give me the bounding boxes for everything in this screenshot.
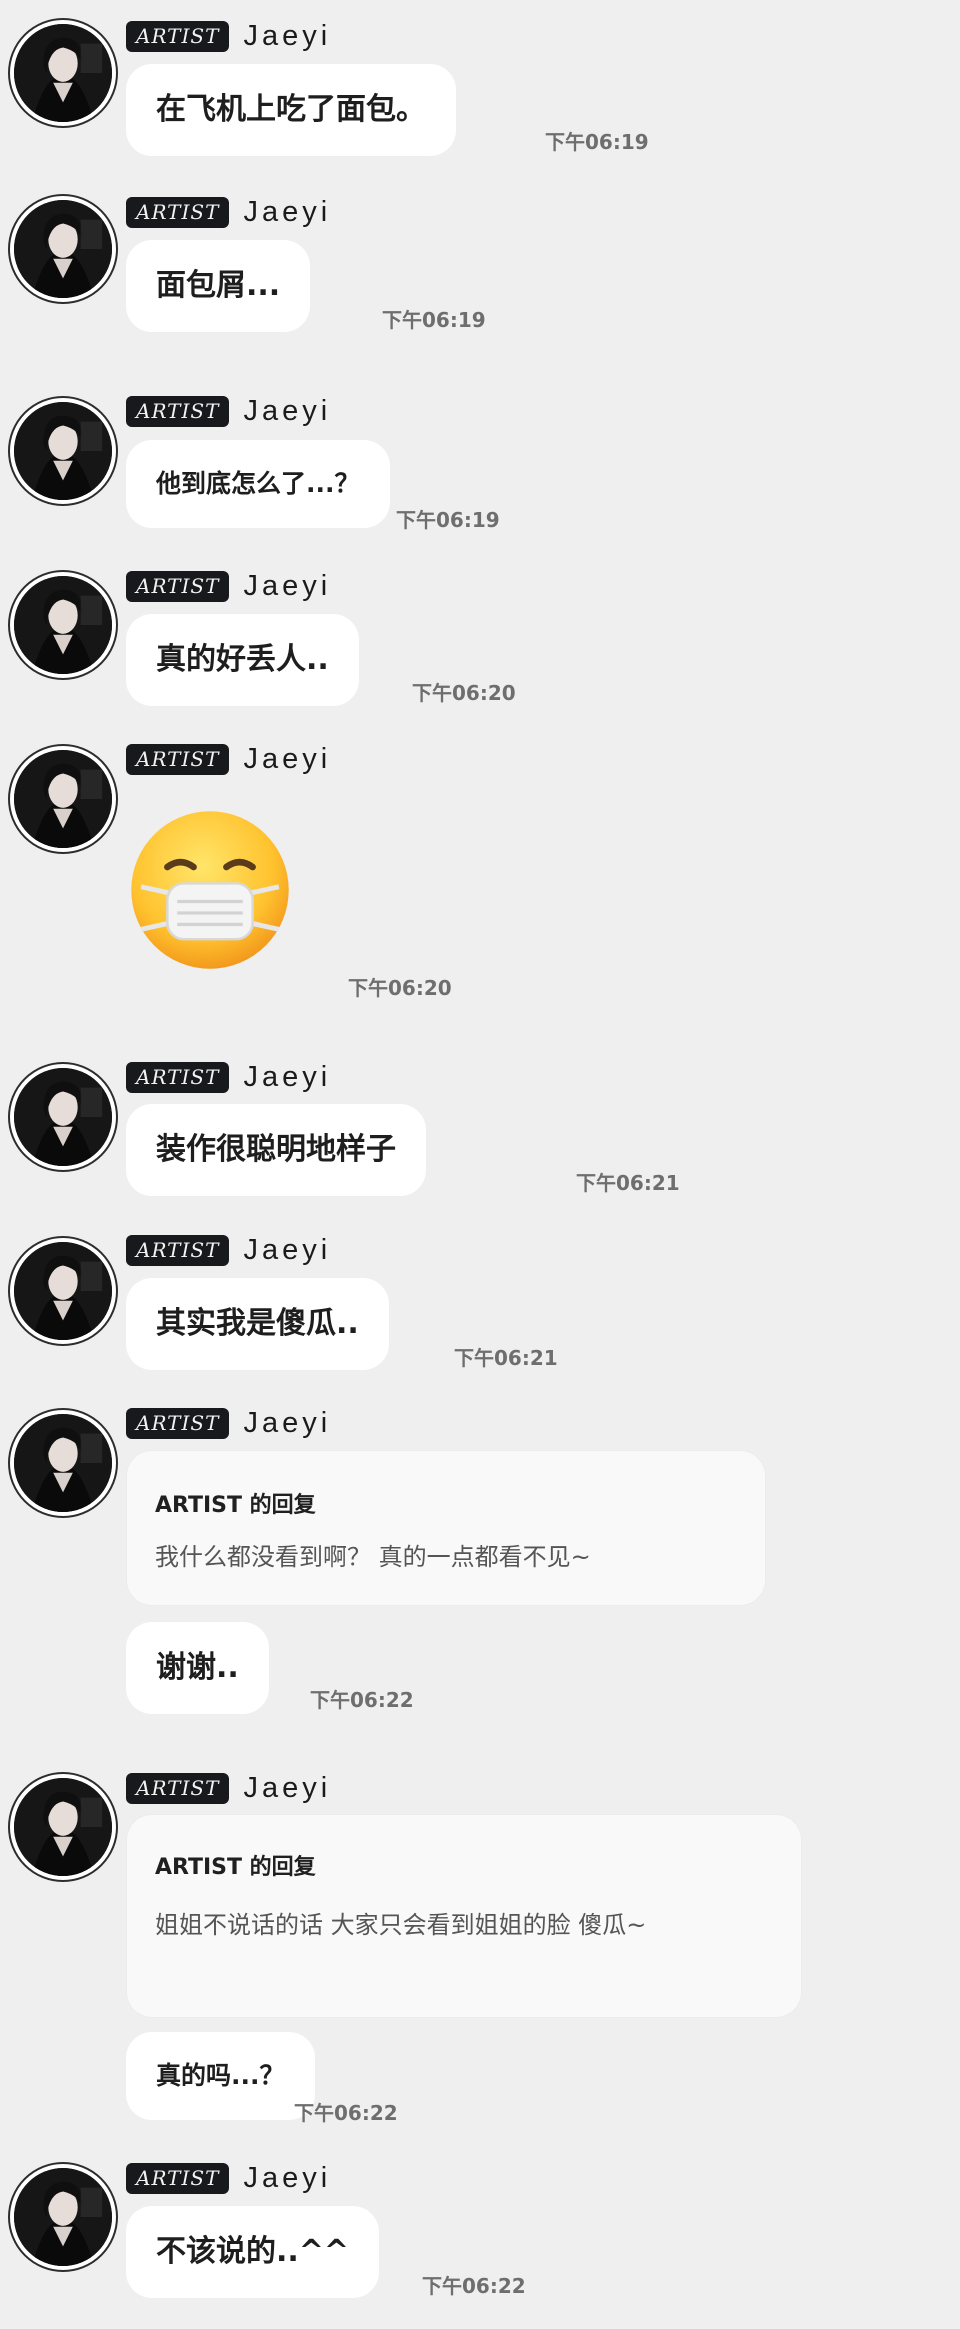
- avatar-photo: [14, 1242, 112, 1340]
- avatar[interactable]: [8, 2162, 118, 2272]
- avatar-photo: [14, 402, 112, 500]
- sender-row: ARTIST Jaeyi: [126, 195, 331, 229]
- message-bubble[interactable]: 他到底怎么了...？: [126, 440, 390, 528]
- sender-row: ARTIST Jaeyi: [126, 1060, 331, 1094]
- avatar-photo: [14, 24, 112, 122]
- avatar-photo: [14, 1778, 112, 1876]
- message-bubble[interactable]: 面包屑...: [126, 240, 311, 332]
- message-timestamp: 下午06:19: [396, 508, 500, 532]
- avatar[interactable]: [8, 744, 118, 854]
- avatar-photo: [14, 2168, 112, 2266]
- reply-title: ARTIST 的回复: [155, 1493, 316, 1518]
- sender-name: Jaeyi: [243, 1771, 332, 1804]
- sender-row: ARTIST Jaeyi: [126, 569, 331, 603]
- artist-badge: ARTIST: [126, 196, 230, 228]
- message-bubble[interactable]: 其实我是傻瓜..: [126, 1278, 389, 1370]
- message-bubble[interactable]: 真的吗...？: [126, 2032, 315, 2120]
- avatar-photo: [14, 1068, 112, 1166]
- sender-row: ARTIST Jaeyi: [126, 1406, 331, 1440]
- reply-title: ARTIST 的回复: [155, 1855, 316, 1880]
- artist-badge: ARTIST: [126, 1234, 230, 1266]
- face-with-medical-mask-emoji[interactable]: [128, 808, 292, 976]
- reply-text: 我什么都没看到啊？ 真的一点都看不见~: [155, 1543, 591, 1571]
- avatar-photo: [14, 750, 112, 848]
- message-bubble[interactable]: 不该说的..^^: [126, 2206, 380, 2298]
- avatar[interactable]: [8, 570, 118, 680]
- sender-name: Jaeyi: [243, 569, 332, 602]
- message-bubble[interactable]: 真的好丢人..: [126, 614, 359, 706]
- sender-name: Jaeyi: [243, 2161, 332, 2194]
- artist-badge: ARTIST: [126, 20, 230, 52]
- message-timestamp: 下午06:20: [412, 681, 516, 705]
- quoted-reply-card[interactable]: ARTIST 的回复 姐姐不说话的话 大家只会看到姐姐的脸 傻瓜~: [126, 1814, 802, 2018]
- avatar[interactable]: [8, 1772, 118, 1882]
- sender-row: ARTIST Jaeyi: [126, 19, 331, 53]
- message-timestamp: 下午06:19: [545, 130, 649, 154]
- avatar-photo: [14, 200, 112, 298]
- message-bubble[interactable]: 谢谢..: [126, 1622, 269, 1714]
- avatar[interactable]: [8, 1408, 118, 1518]
- sender-row: ARTIST Jaeyi: [126, 742, 331, 776]
- artist-badge: ARTIST: [126, 395, 230, 427]
- artist-badge: ARTIST: [126, 570, 230, 602]
- avatar[interactable]: [8, 18, 118, 128]
- sender-name: Jaeyi: [243, 195, 332, 228]
- message-timestamp: 下午06:22: [310, 1688, 414, 1712]
- message-timestamp: 下午06:22: [294, 2101, 398, 2125]
- avatar[interactable]: [8, 396, 118, 506]
- sender-name: Jaeyi: [243, 1406, 332, 1439]
- artist-badge: ARTIST: [126, 2162, 230, 2194]
- avatar[interactable]: [8, 194, 118, 304]
- sender-name: Jaeyi: [243, 1233, 332, 1266]
- message-bubble[interactable]: 装作很聪明地样子: [126, 1104, 426, 1196]
- artist-badge: ARTIST: [126, 1772, 230, 1804]
- sender-name: Jaeyi: [243, 394, 332, 427]
- avatar-photo: [14, 576, 112, 674]
- sender-name: Jaeyi: [243, 19, 332, 52]
- message-timestamp: 下午06:21: [454, 1346, 558, 1370]
- message-bubble[interactable]: 在飞机上吃了面包。: [126, 64, 456, 156]
- message-timestamp: 下午06:20: [348, 976, 452, 1000]
- sender-row: ARTIST Jaeyi: [126, 2161, 331, 2195]
- avatar[interactable]: [8, 1236, 118, 1346]
- sender-row: ARTIST Jaeyi: [126, 1233, 331, 1267]
- message-timestamp: 下午06:19: [382, 308, 486, 332]
- sender-row: ARTIST Jaeyi: [126, 1771, 331, 1805]
- sender-name: Jaeyi: [243, 1060, 332, 1093]
- reply-text: 姐姐不说话的话 大家只会看到姐姐的脸 傻瓜~: [155, 1911, 647, 1939]
- avatar[interactable]: [8, 1062, 118, 1172]
- message-timestamp: 下午06:22: [422, 2274, 526, 2298]
- sender-name: Jaeyi: [243, 742, 332, 775]
- avatar-photo: [14, 1414, 112, 1512]
- message-timestamp: 下午06:21: [576, 1171, 680, 1195]
- quoted-reply-card[interactable]: ARTIST 的回复 我什么都没看到啊？ 真的一点都看不见~: [126, 1450, 766, 1606]
- artist-badge: ARTIST: [126, 743, 230, 775]
- artist-badge: ARTIST: [126, 1061, 230, 1093]
- sender-row: ARTIST Jaeyi: [126, 394, 331, 428]
- artist-badge: ARTIST: [126, 1407, 230, 1439]
